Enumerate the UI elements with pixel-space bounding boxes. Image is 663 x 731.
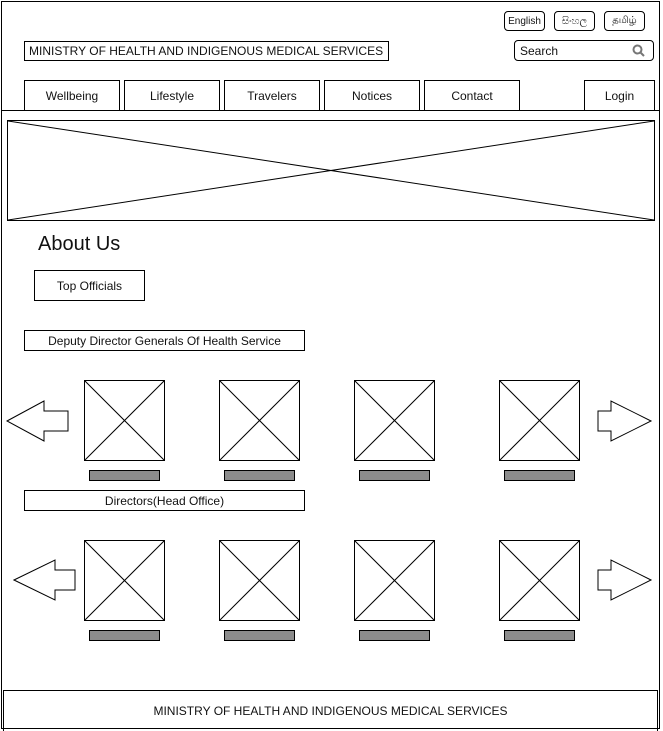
official-photo[interactable] xyxy=(219,540,300,621)
section-title-directors-head-office: Directors(Head Office) xyxy=(24,490,305,511)
site-title: MINISTRY OF HEALTH AND INDIGENOUS MEDICA… xyxy=(24,41,389,61)
footer: MINISTRY OF HEALTH AND INDIGENOUS MEDICA… xyxy=(3,690,658,731)
official-photo[interactable] xyxy=(219,380,300,461)
search-input-value: Search xyxy=(520,43,559,58)
image-placeholder-icon xyxy=(8,121,654,220)
section-title-deputy-director-generals: Deputy Director Generals Of Health Servi… xyxy=(24,330,305,351)
image-placeholder-icon xyxy=(85,541,164,620)
official-name-placeholder xyxy=(224,630,295,641)
official-photo[interactable] xyxy=(499,540,580,621)
arrow-right-icon[interactable] xyxy=(597,559,653,601)
official-name-placeholder xyxy=(504,470,575,481)
nav-tab-travelers[interactable]: Travelers xyxy=(224,80,320,110)
page-title: About Us xyxy=(38,233,121,255)
official-name-placeholder xyxy=(359,630,430,641)
official-photo[interactable] xyxy=(84,380,165,461)
image-placeholder-icon xyxy=(220,541,299,620)
official-name-placeholder xyxy=(224,470,295,481)
image-placeholder-icon xyxy=(85,381,164,460)
official-photo[interactable] xyxy=(84,540,165,621)
nav-tab-notices[interactable]: Notices xyxy=(324,80,420,110)
official-name-placeholder xyxy=(89,470,160,481)
official-photo[interactable] xyxy=(354,540,435,621)
arrow-left-icon[interactable] xyxy=(13,559,77,601)
image-placeholder-icon xyxy=(500,541,579,620)
image-placeholder-icon xyxy=(220,381,299,460)
language-sinhala-button[interactable]: සිංහල xyxy=(554,11,595,31)
arrow-left-icon[interactable] xyxy=(6,400,70,442)
image-placeholder-icon xyxy=(355,541,434,620)
official-name-placeholder xyxy=(89,630,160,641)
official-photo[interactable] xyxy=(499,380,580,461)
login-button[interactable]: Login xyxy=(584,80,655,110)
top-officials-button[interactable]: Top Officials xyxy=(34,270,145,301)
official-photo[interactable] xyxy=(354,380,435,461)
language-english-button[interactable]: English xyxy=(504,11,545,31)
banner-image xyxy=(7,120,655,221)
nav-tab-contact[interactable]: Contact xyxy=(424,80,520,110)
search-icon[interactable] xyxy=(632,44,645,57)
nav-tab-lifestyle[interactable]: Lifestyle xyxy=(124,80,220,110)
arrow-right-icon[interactable] xyxy=(597,400,653,442)
official-name-placeholder xyxy=(359,470,430,481)
image-placeholder-icon xyxy=(355,381,434,460)
footer-text: MINISTRY OF HEALTH AND INDIGENOUS MEDICA… xyxy=(153,704,508,718)
image-placeholder-icon xyxy=(500,381,579,460)
search-input[interactable]: Search xyxy=(514,40,654,61)
official-name-placeholder xyxy=(504,630,575,641)
nav-tab-wellbeing[interactable]: Wellbeing xyxy=(24,80,120,110)
language-tamil-button[interactable]: தமிழ் xyxy=(604,11,645,31)
nav-divider xyxy=(1,110,660,111)
